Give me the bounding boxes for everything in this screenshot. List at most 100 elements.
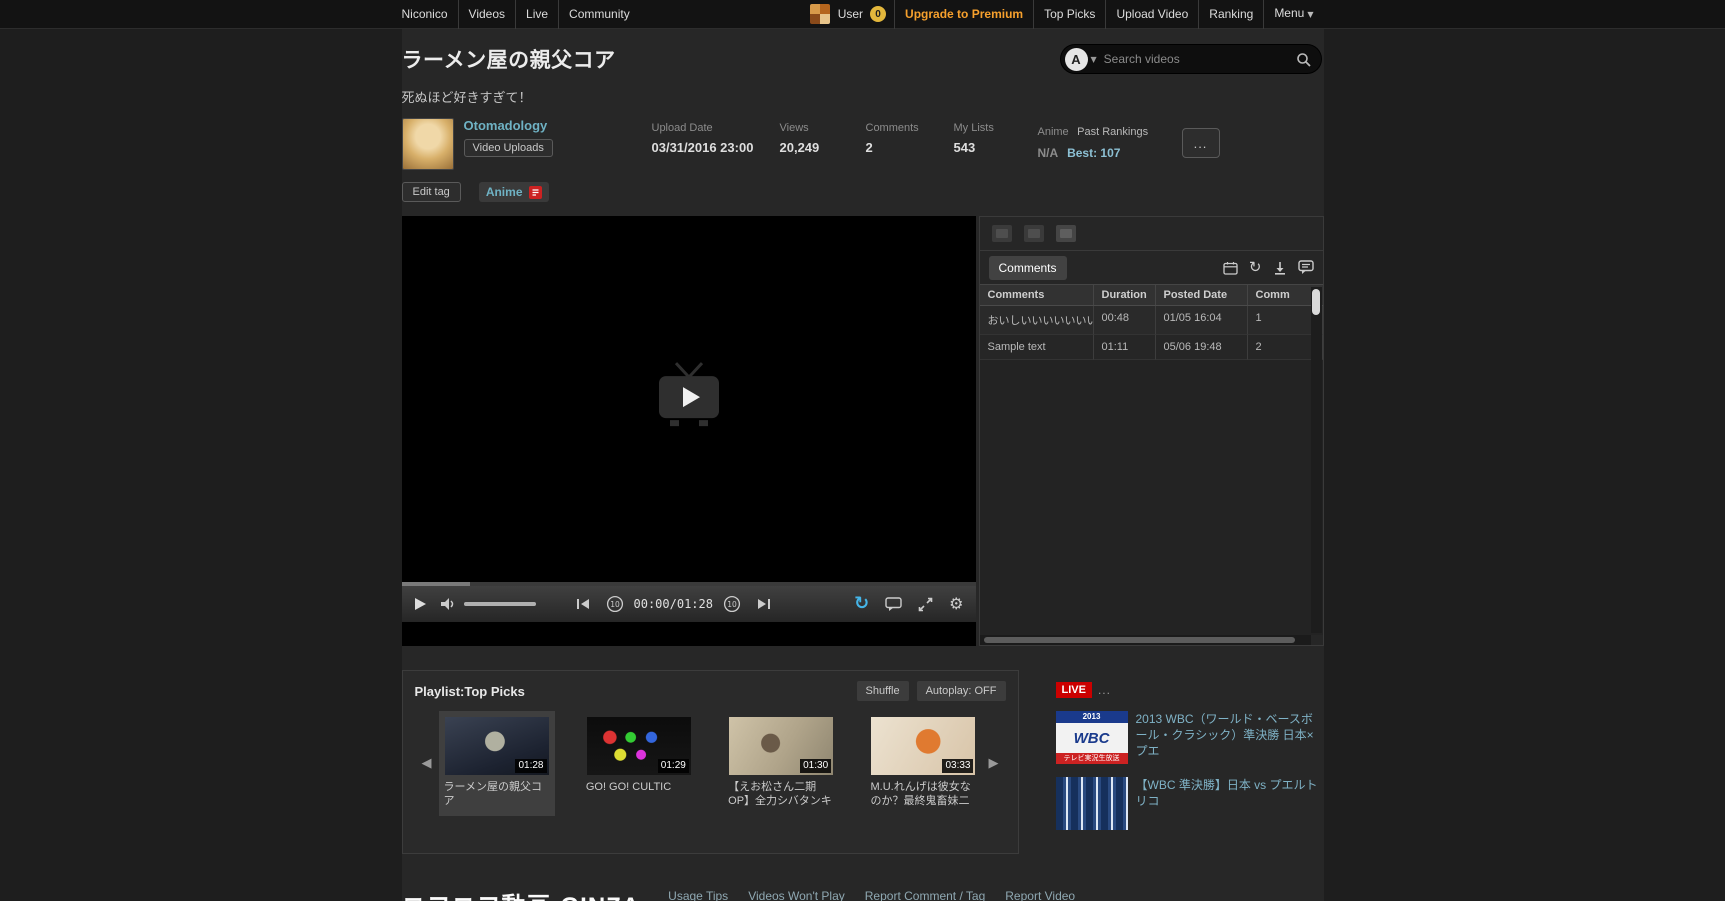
- refresh-comments-button[interactable]: ↻: [1249, 260, 1262, 275]
- nicopedia-icon[interactable]: [529, 186, 542, 199]
- duration-badge: 01:30: [800, 759, 831, 773]
- comment-toggle-button[interactable]: [885, 597, 902, 612]
- search-icon: [1296, 52, 1311, 67]
- video-screen[interactable]: [402, 216, 976, 582]
- mute-button[interactable]: [441, 597, 456, 611]
- duration-badge: 03:33: [942, 759, 973, 773]
- horizontal-scrollbar[interactable]: [980, 635, 1311, 645]
- niconico-watch-page: Niconico Videos Live Community User 0 Up…: [0, 0, 1725, 901]
- comment-posted-cell: 05/06 19:48: [1156, 335, 1248, 360]
- search-button[interactable]: [1296, 52, 1311, 67]
- site-logo[interactable]: ニコニコ動画:GINZA: [402, 886, 641, 901]
- playlist-item[interactable]: 03:33 M.U.れんげは彼女なのか？最終鬼畜妹二: [865, 711, 981, 816]
- header-row: ラーメン屋の親父コア A ▼: [402, 43, 1324, 75]
- search-input[interactable]: [1104, 52, 1296, 66]
- comment-row[interactable]: おいしいいいいいいいい... 00:48 01/05 16:04 1: [980, 306, 1323, 335]
- rewind-10s-button[interactable]: 10: [606, 595, 624, 613]
- forward-10s-button[interactable]: 10: [723, 595, 741, 613]
- previous-video-button[interactable]: [576, 598, 590, 610]
- next-video-button[interactable]: [757, 598, 771, 610]
- coin-count-badge[interactable]: 0: [870, 6, 886, 22]
- top-navbar: Niconico Videos Live Community User 0 Up…: [0, 0, 1725, 29]
- column-header-posted-date[interactable]: Posted Date: [1156, 285, 1248, 305]
- live-header: LIVE ...: [1056, 682, 1324, 698]
- bottom-row: Playlist:Top Picks Shuffle Autoplay: OFF…: [402, 670, 1324, 854]
- uploader-avatar[interactable]: [402, 118, 454, 170]
- horizontal-scrollbar-thumb[interactable]: [984, 637, 1295, 643]
- download-comments-button[interactable]: [1273, 261, 1287, 275]
- nav-link-upload-video[interactable]: Upload Video: [1105, 0, 1198, 29]
- fullscreen-button[interactable]: [918, 597, 933, 612]
- nav-link-videos[interactable]: Videos: [458, 0, 515, 29]
- nav-link-community[interactable]: Community: [558, 0, 640, 29]
- playlist-item-title: GO! GO! CULTIC: [586, 780, 692, 809]
- user-avatar-small[interactable]: [810, 4, 830, 24]
- uploader-name-link[interactable]: Otomadology: [464, 118, 612, 133]
- nav-link-top-picks[interactable]: Top Picks: [1033, 0, 1105, 29]
- more-actions-button[interactable]: ...: [1182, 128, 1220, 158]
- toolbar-icon-2[interactable]: [1024, 225, 1044, 242]
- seek-bar[interactable]: [402, 582, 976, 586]
- tag-anime[interactable]: Anime: [479, 182, 549, 202]
- playlist-strip: ◀ 01:28 ラーメン屋の親父コア 01:29 GO! G: [415, 711, 1006, 816]
- footer-link-report-video[interactable]: Report Video: [1005, 889, 1075, 901]
- playlist-item[interactable]: 01:29 GO! GO! CULTIC: [581, 711, 697, 816]
- repeat-button[interactable]: ↻: [854, 595, 869, 613]
- shuffle-button[interactable]: Shuffle: [857, 681, 909, 701]
- footer-link-usage-tips[interactable]: Usage Tips: [668, 889, 728, 901]
- playlist-next-arrow[interactable]: ▶: [982, 714, 1006, 814]
- nav-link-niconico[interactable]: Niconico: [402, 0, 458, 29]
- rank-label: Past Rankings: [1077, 126, 1148, 138]
- column-header-comments[interactable]: Comments: [980, 285, 1094, 305]
- player-right-controls: ↻ ⚙: [854, 595, 963, 613]
- footer-link-report-comment[interactable]: Report Comment / Tag: [865, 889, 986, 901]
- live-item-title: 【WBC 準決勝】日本 vs プエルトリコ: [1136, 777, 1324, 830]
- content-column: ラーメン屋の親父コア A ▼ 死ぬほど好きすぎて！ Otomadology Vi…: [402, 29, 1324, 901]
- nav-link-ranking[interactable]: Ranking: [1198, 0, 1263, 29]
- live-item-title: 2013 WBC（ワールド・ベースボール・クラシック）準決勝 日本×プエ: [1136, 711, 1324, 764]
- nav-link-user[interactable]: User: [836, 7, 865, 21]
- fullscreen-icon: [918, 597, 933, 612]
- playlist-item[interactable]: 01:30 【えお松さん二期OP】全力シバタンキュ: [723, 711, 839, 816]
- nav-link-live[interactable]: Live: [515, 0, 558, 29]
- video-thumbnail: 01:30: [729, 717, 833, 775]
- tab-comments[interactable]: Comments: [989, 256, 1067, 280]
- wbc-year: 2013: [1056, 711, 1128, 723]
- live-badge[interactable]: LIVE: [1056, 682, 1092, 698]
- stat-label: Upload Date: [652, 122, 780, 134]
- calendar-filter-button[interactable]: [1223, 261, 1238, 275]
- live-more: ...: [1098, 683, 1111, 697]
- playlist-header: Playlist:Top Picks Shuffle Autoplay: OFF: [415, 681, 1006, 701]
- playlist-prev-arrow[interactable]: ◀: [415, 714, 439, 814]
- live-item[interactable]: 2013 WBC テレビ実況生放送 2013 WBC（ワールド・ベースボール・ク…: [1056, 711, 1324, 764]
- duration-badge: 01:28: [515, 759, 546, 773]
- nav-menu[interactable]: Menu▼: [1263, 0, 1323, 29]
- volume-slider[interactable]: [464, 602, 536, 606]
- comments-panel-toolbar: [980, 217, 1323, 251]
- toolbar-icon-1[interactable]: [992, 225, 1012, 242]
- footer-link-videos-wont-play[interactable]: Videos Won't Play: [748, 889, 845, 901]
- live-item[interactable]: 【WBC 準決勝】日本 vs プエルトリコ: [1056, 777, 1324, 830]
- edit-tag-button[interactable]: Edit tag: [402, 182, 461, 202]
- autoplay-toggle-button[interactable]: Autoplay: OFF: [917, 681, 1006, 701]
- nav-link-upgrade-premium[interactable]: Upgrade to Premium: [894, 0, 1033, 29]
- comment-row[interactable]: Sample text 01:11 05/06 19:48 2: [980, 335, 1323, 360]
- settings-button[interactable]: ⚙: [949, 596, 963, 612]
- nav-left: Niconico Videos Live Community: [402, 0, 640, 28]
- column-header-duration[interactable]: Duration: [1094, 285, 1156, 305]
- toolbar-icon-3[interactable]: [1056, 225, 1076, 242]
- rank-best: Best: 107: [1067, 146, 1120, 160]
- comments-table-empty-area: [980, 360, 1323, 635]
- volume-fill: [464, 602, 536, 606]
- vertical-scrollbar[interactable]: [1311, 287, 1322, 633]
- video-uploads-button[interactable]: Video Uploads: [464, 139, 553, 157]
- tv-play-icon[interactable]: [649, 360, 729, 432]
- comment-text-cell: Sample text: [980, 335, 1094, 360]
- playlist-item-current[interactable]: 01:28 ラーメン屋の親父コア: [439, 711, 555, 816]
- play-button[interactable]: [414, 597, 427, 611]
- comment-settings-button[interactable]: [1298, 260, 1314, 275]
- vertical-scrollbar-thumb[interactable]: [1312, 289, 1320, 315]
- chevron-down-icon[interactable]: ▼: [1091, 55, 1097, 64]
- comment-duration-cell: 01:11: [1094, 335, 1156, 360]
- search-scope-selector[interactable]: A: [1065, 48, 1088, 71]
